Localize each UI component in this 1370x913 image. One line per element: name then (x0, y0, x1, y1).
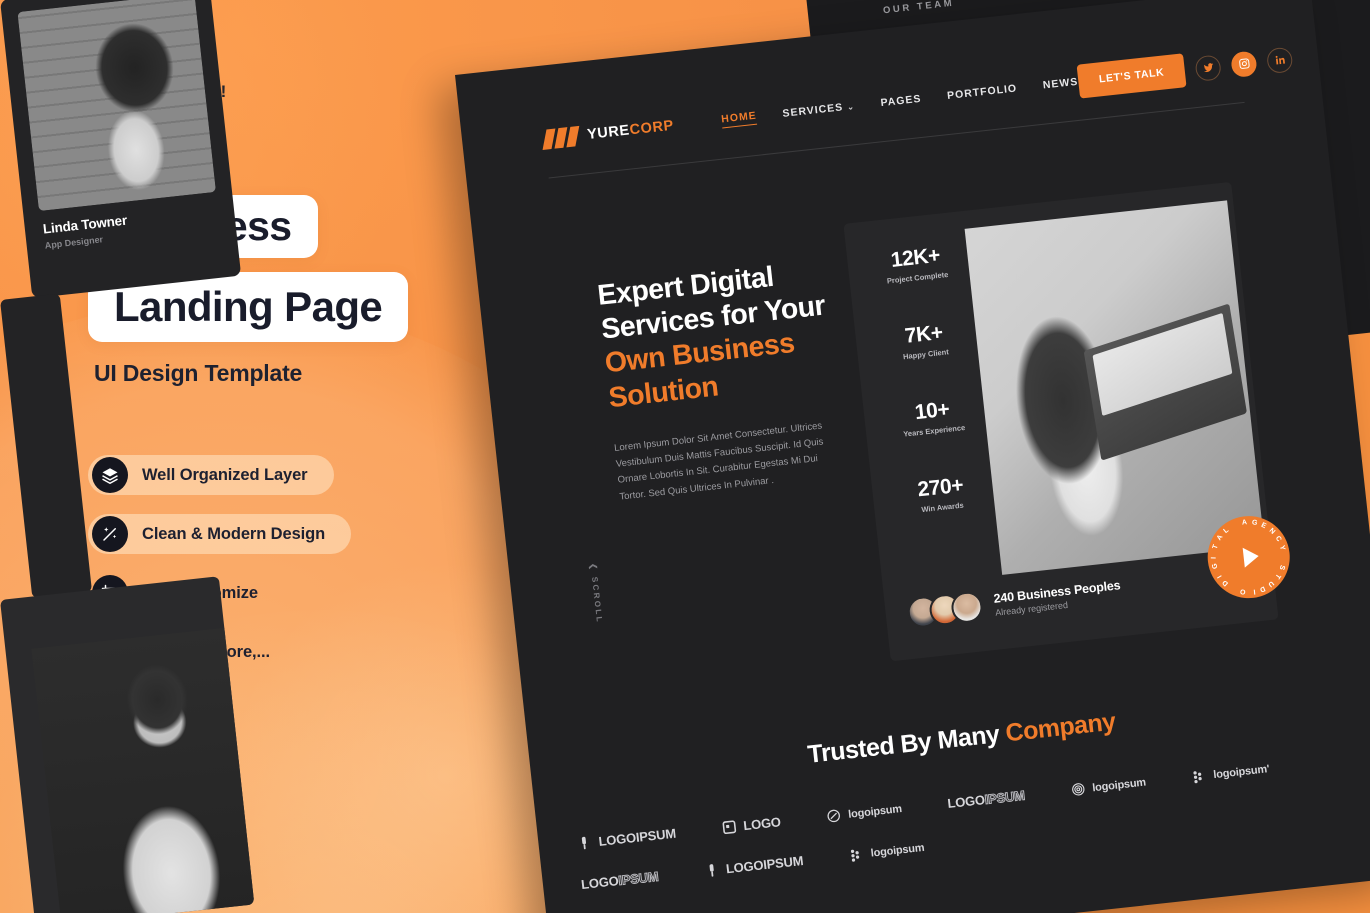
logo-mark-icon (542, 125, 580, 150)
square-icon (721, 819, 738, 836)
nav-item-label: PORTFOLIO (946, 82, 1018, 102)
badge-char: U (1266, 579, 1275, 588)
stat-item: 12K+ Project Complete (868, 241, 963, 287)
client-logo-label: LOGOIPSUM (580, 868, 660, 893)
chevron-down-icon: ⌄ (846, 101, 856, 112)
instagram-icon[interactable] (1230, 49, 1258, 78)
badge-char: T (1211, 543, 1220, 551)
client-logo-label: LOGOIPSUM (597, 825, 677, 849)
client-logo-row: LOGOIPSUM LOGO logoipsum LOGOIPSUM logoipsum… (576, 750, 1370, 892)
client-logo: LOGOIPSUM (703, 853, 804, 879)
badge-char: E (1259, 521, 1268, 531)
navbar: YURECORP HOME SERVICES ⌄ PAGES PORTFOLIO (542, 38, 1294, 165)
scroll-arrow-icon: ❮ (588, 562, 599, 573)
badge-char: L (1222, 526, 1231, 535)
lets-talk-button[interactable]: LET'S TALK (1076, 53, 1187, 99)
badge-char: D (1221, 578, 1230, 587)
secondary-card-photo (31, 624, 255, 913)
badge-char: A (1241, 519, 1248, 527)
client-logo: logoipsum (826, 801, 903, 824)
landing-page-mockup: YURECORP HOME SERVICES ⌄ PAGES PORTFOLIO (455, 0, 1370, 913)
client-logo-label: LOGO (742, 814, 782, 834)
client-logo-label: logoipsum' (1212, 762, 1270, 781)
nav-item-label: PAGES (879, 92, 923, 110)
client-logo: LOGOIPSUM (946, 787, 1026, 812)
nav-item-label: NEWS (1042, 75, 1079, 92)
team-member-card[interactable]: Linda Towner App Designer (0, 0, 242, 299)
stat-item: 10+ Years Experience (885, 395, 980, 441)
client-logo-label: logoipsum (870, 841, 925, 860)
badge-char: C (1273, 535, 1283, 544)
badge-char: I (1216, 573, 1224, 580)
client-logo: LOGOIPSUM (576, 826, 677, 852)
registered-users-block: 240 Business Peoples Already registered (906, 575, 1122, 630)
team-member-name: Linda Towner (42, 212, 128, 237)
brand-name-primary: YURE (586, 122, 631, 144)
secondary-card-right (0, 576, 255, 913)
client-logo: LOGO (721, 814, 782, 836)
badge-char: S (1277, 564, 1286, 571)
nav-item-portfolio[interactable]: PORTFOLIO (947, 82, 1018, 102)
nav-item-services[interactable]: SERVICES ⌄ (782, 100, 855, 120)
dots-icon (848, 846, 865, 863)
secondary-card-left (0, 293, 93, 599)
badge-char: T (1273, 572, 1282, 580)
client-logo: logoipsum (1070, 775, 1147, 798)
play-video-badge[interactable]: AGENCY STUDIO DIGITAL (1203, 511, 1294, 603)
badge-char: I (1210, 556, 1218, 560)
badge-char: I (1253, 587, 1256, 595)
client-logo: LOGOIPSUM (580, 868, 660, 893)
team-member-photo (17, 0, 216, 212)
trusted-heading-accent: Company (1004, 707, 1117, 748)
stat-item: 7K+ Happy Client (877, 318, 972, 364)
hero-card: 12K+ Project Complete 7K+ Happy Client 1… (843, 181, 1294, 662)
avatar-group (906, 590, 985, 630)
mockup-area: OUR TEAM Our Excellence Team That Can Di… (0, 0, 1370, 913)
pin-icon (703, 862, 720, 879)
scroll-indicator[interactable]: ❮ SCROLL (589, 562, 605, 624)
spiral-icon (1070, 781, 1087, 798)
nav-item-home[interactable]: HOME (720, 109, 758, 128)
brand-name-accent: CORP (628, 117, 675, 139)
client-logo-label: logoipsum (1091, 776, 1147, 794)
client-logo-label: LOGOIPSUM (946, 787, 1026, 812)
brand-logo[interactable]: YURECORP (542, 116, 675, 150)
badge-char: O (1239, 587, 1247, 596)
team-member-role: App Designer (44, 234, 104, 251)
trusted-heading-white: Trusted By Many (806, 719, 1008, 769)
client-logo: logoipsum (848, 840, 925, 863)
stat-item: 270+ Win Awards (893, 471, 988, 517)
badge-char: G (1211, 562, 1220, 570)
scroll-label: SCROLL (590, 576, 605, 625)
nav-item-label: SERVICES (781, 101, 844, 120)
nav-item-news[interactable]: NEWS (1042, 76, 1079, 92)
dots-icon (1191, 768, 1208, 785)
client-logo-label: LOGOIPSUM (725, 853, 804, 877)
linkedin-icon[interactable] (1266, 46, 1294, 74)
brand-name: YURECORP (586, 118, 674, 143)
laptop-graphic (1083, 303, 1247, 461)
badge-char: G (1251, 519, 1258, 528)
badge-char: A (1215, 533, 1225, 542)
client-logo: logoipsum' (1191, 761, 1270, 784)
nav-item-label: HOME (720, 109, 758, 125)
trusted-heading: Trusted By Many Company (702, 696, 1222, 781)
trusted-section: Trusted By Many Company (702, 696, 1222, 781)
hero-paragraph: Lorem Ipsum Dolor Sit Amet Consectetur. … (613, 420, 824, 503)
twitter-icon[interactable] (1194, 53, 1223, 82)
badge-char: Y (1277, 544, 1286, 552)
badge-char: N (1267, 527, 1277, 536)
client-logo-label: logoipsum (847, 802, 903, 821)
navbar-actions: LET'S TALK (1076, 42, 1294, 99)
nav-item-pages[interactable]: PAGES (880, 93, 922, 109)
pin-icon (576, 835, 593, 852)
main-menu: HOME SERVICES ⌄ PAGES PORTFOLIO NEWS (720, 74, 1079, 128)
circle-slash-icon (826, 808, 843, 825)
badge-circular-text: AGENCY STUDIO DIGITAL (1204, 512, 1294, 602)
badge-char: D (1258, 584, 1267, 593)
